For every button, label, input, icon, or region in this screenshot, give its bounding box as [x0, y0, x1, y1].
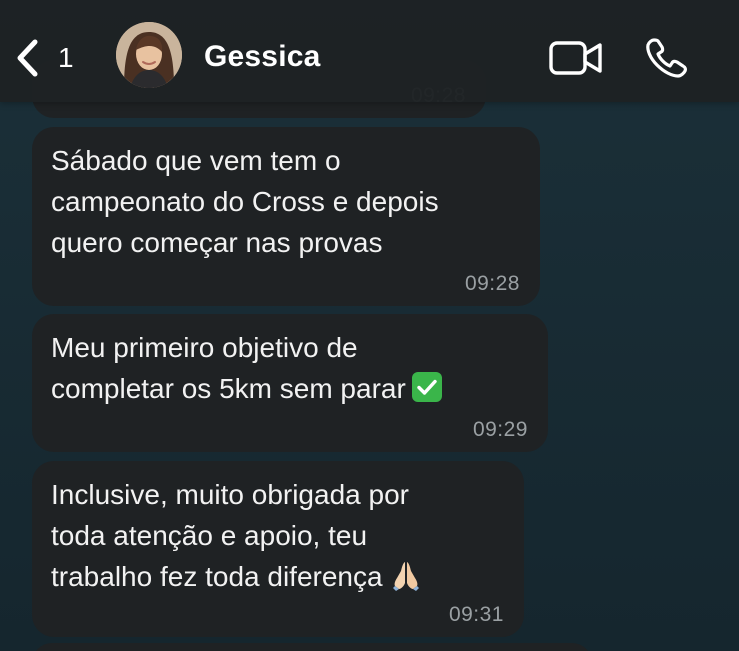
- message-line: Sábado que vem tem o: [51, 145, 341, 176]
- chat-header: 1 Gessica: [0, 0, 739, 102]
- chevron-left-icon: [17, 39, 38, 77]
- message-line-with-emoji: completar os 5km sem parar: [51, 368, 442, 409]
- message-line: Inclusive, muito obrigada por: [51, 479, 409, 510]
- message-time: 09:29: [472, 418, 528, 441]
- message-time: 09:28: [464, 272, 520, 295]
- unread-count: 1: [58, 42, 74, 73]
- message-line: campeonato do Cross e depois: [51, 186, 439, 217]
- message-line: Meu primeiro objetivo de: [51, 332, 358, 363]
- message-bubble[interactable]: Meu primeiro objetivo de completar os 5k…: [32, 314, 548, 452]
- message-line: toda atenção e apoio, teu: [51, 520, 368, 551]
- message-text: Sábado que vem tem o campeonato do Cross…: [51, 140, 439, 263]
- message-text: Inclusive, muito obrigada por toda atenç…: [51, 474, 423, 597]
- contact-name[interactable]: Gessica: [204, 40, 321, 74]
- message-line-with-emoji: trabalho fez toda diferença: [51, 556, 423, 597]
- message-line: quero começar nas provas: [51, 227, 383, 258]
- message-bubble[interactable]: Sábado que vem tem o campeonato do Cross…: [32, 127, 540, 306]
- video-camera-icon: [549, 41, 602, 75]
- message-bubble[interactable]: Inclusive, muito obrigada por toda atenç…: [32, 461, 524, 637]
- message-text: Meu primeiro objetivo de completar os 5k…: [51, 327, 442, 409]
- message-line-text: trabalho fez toda diferença: [51, 561, 383, 592]
- avatar[interactable]: [116, 22, 182, 88]
- message-bubble[interactable]: [32, 643, 592, 651]
- voice-call-button[interactable]: [644, 36, 690, 80]
- video-call-button[interactable]: [548, 38, 604, 78]
- check-mark-button-icon: [411, 372, 442, 402]
- back-button[interactable]: 1: [16, 38, 86, 78]
- chat-screen: 09:28 Sábado que vem tem o campeonato do…: [0, 0, 739, 651]
- phone-icon: [646, 38, 687, 78]
- message-line-text: completar os 5km sem parar: [51, 373, 406, 404]
- message-time: 09:31: [448, 603, 504, 626]
- folded-hands-icon: [389, 558, 423, 592]
